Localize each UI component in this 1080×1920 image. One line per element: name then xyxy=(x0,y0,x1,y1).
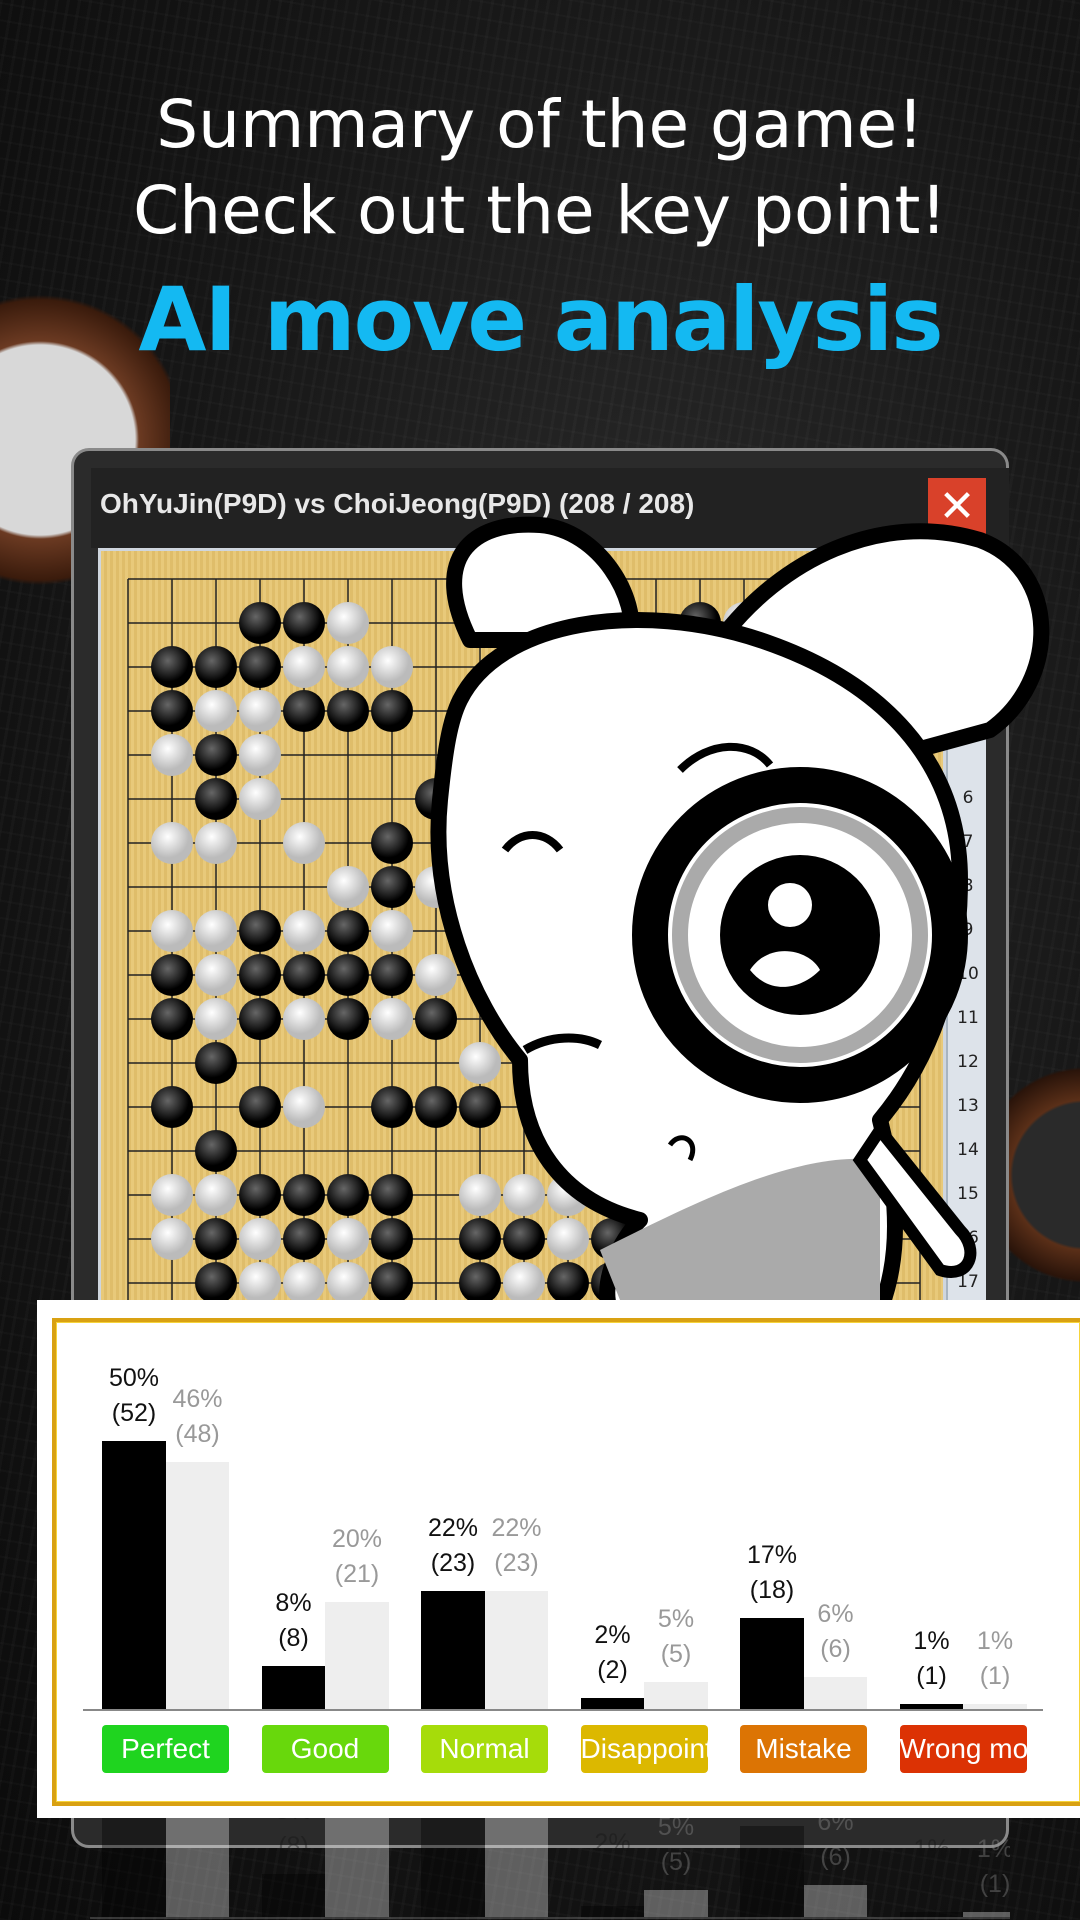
opponent-bar xyxy=(165,1462,229,1709)
value-label: 50% (52) xyxy=(99,1361,169,1431)
percent-label: 20% xyxy=(331,1524,383,1553)
value-label: 17% (18) xyxy=(737,1538,807,1608)
opponent-bar xyxy=(963,1911,1010,1917)
count-label: (48) xyxy=(175,1420,220,1449)
percent-label: 6% xyxy=(817,1818,854,1836)
player-bar xyxy=(899,1911,963,1917)
opponent-bar xyxy=(803,1676,867,1709)
percent-label: 1% xyxy=(976,1626,1014,1655)
count-label: (52) xyxy=(111,1399,157,1427)
count-label: (23) xyxy=(494,1549,539,1578)
percent-label: 8% xyxy=(275,1589,312,1618)
reflection: 50%(52)46%(48)Perfect8%(8)20%(21)Good22%… xyxy=(90,1818,1010,1920)
category-label-perfect: Perfect xyxy=(102,1725,229,1773)
percent-label: 17% xyxy=(746,1540,798,1569)
opponent-bar xyxy=(325,1601,389,1709)
count-label: (21) xyxy=(334,1559,380,1588)
value-label: 20% (21) xyxy=(322,1522,392,1592)
count-label: (5) xyxy=(660,1848,692,1877)
opponent-bar xyxy=(644,1890,708,1917)
player-bar xyxy=(421,1818,485,1917)
percent-label: 5% xyxy=(657,1605,695,1634)
category-label-disappointing: Disappointing xyxy=(580,1725,708,1773)
opponent-bar xyxy=(963,1703,1027,1709)
percent-label: 22% xyxy=(491,1514,542,1543)
opponent-bar xyxy=(325,1818,389,1917)
player-bar xyxy=(580,1906,644,1917)
category-label-wrong-move: Wrong move xyxy=(899,1725,1027,1773)
count-label: (18) xyxy=(749,1575,795,1604)
percent-label: 8% xyxy=(259,1818,329,1829)
percent-label: 2% xyxy=(594,1621,631,1650)
opponent-bar xyxy=(803,1884,867,1917)
player-bar xyxy=(261,1666,325,1709)
player-bar xyxy=(580,1698,644,1709)
percent-label: 1% xyxy=(913,1834,950,1863)
value-label: 8%(8) xyxy=(259,1818,329,1864)
category-label-good: Good xyxy=(261,1725,389,1773)
count-label: (1) xyxy=(916,1869,947,1898)
player-bar xyxy=(899,1703,963,1709)
count-label: (6) xyxy=(820,1634,851,1663)
percent-label: 46% xyxy=(172,1385,223,1414)
player-bar xyxy=(421,1591,485,1709)
percent-label: 6% xyxy=(817,1599,854,1628)
player-bar xyxy=(740,1825,804,1917)
percent-label: 1% xyxy=(976,1834,1010,1863)
count-label: (8) xyxy=(278,1832,309,1861)
percent-label: 2% xyxy=(594,1829,631,1858)
mascot-eye xyxy=(720,855,880,1015)
move-analysis-chart-panel: 50% (52) 46% (48) Perfect 8% (8) 20% (21) Good 22%… xyxy=(37,1300,1080,1818)
opponent-bar xyxy=(484,1591,548,1709)
opponent-bar xyxy=(165,1818,229,1917)
value-label: 46% (48) xyxy=(163,1382,233,1452)
mascot-with-magnifier xyxy=(430,516,1050,1310)
player-bar xyxy=(740,1617,804,1709)
value-label: 1% (1) xyxy=(960,1832,1010,1902)
percent-label: 22% xyxy=(427,1514,479,1543)
opponent-bar xyxy=(644,1682,708,1709)
count-label: (2) xyxy=(597,1864,628,1893)
opponent-bar xyxy=(484,1818,548,1917)
chart-baseline xyxy=(90,1917,1010,1919)
count-label: (1) xyxy=(979,1869,1010,1898)
value-label: 2% (2) xyxy=(578,1618,648,1688)
value-label: 22% (23) xyxy=(418,1511,488,1581)
value-label: 1% (1) xyxy=(897,1624,967,1694)
value-label: 22% (23) xyxy=(482,1511,552,1581)
player-bar xyxy=(102,1441,166,1709)
count-label: (2) xyxy=(597,1656,628,1685)
player-bar xyxy=(261,1874,325,1917)
value-label: 1% (1) xyxy=(960,1624,1030,1694)
count-label: (5) xyxy=(660,1640,692,1669)
chart-baseline xyxy=(83,1709,1043,1711)
value-label: 1% (1) xyxy=(897,1832,967,1902)
value-label: 5% (5) xyxy=(641,1602,711,1672)
count-label: (1) xyxy=(916,1661,947,1690)
count-label: (8) xyxy=(278,1624,309,1653)
count-label: (1) xyxy=(979,1661,1011,1690)
value-label: 6% (6) xyxy=(801,1597,871,1667)
value-label: 8%(8) xyxy=(259,1586,329,1656)
count-label: (23) xyxy=(430,1549,476,1578)
percent-label: 5% xyxy=(657,1818,695,1842)
category-label-normal: Normal xyxy=(421,1725,548,1773)
percent-label: 50% xyxy=(108,1364,160,1392)
category-label-mistake: Mistake xyxy=(740,1725,867,1773)
count-label: (6) xyxy=(820,1842,851,1871)
percent-label: 1% xyxy=(913,1626,950,1655)
value-label: 2% (2) xyxy=(578,1826,648,1896)
player-bar xyxy=(102,1818,166,1917)
value-label: 6% (6) xyxy=(801,1818,871,1875)
value-label: 5% (5) xyxy=(641,1818,711,1880)
